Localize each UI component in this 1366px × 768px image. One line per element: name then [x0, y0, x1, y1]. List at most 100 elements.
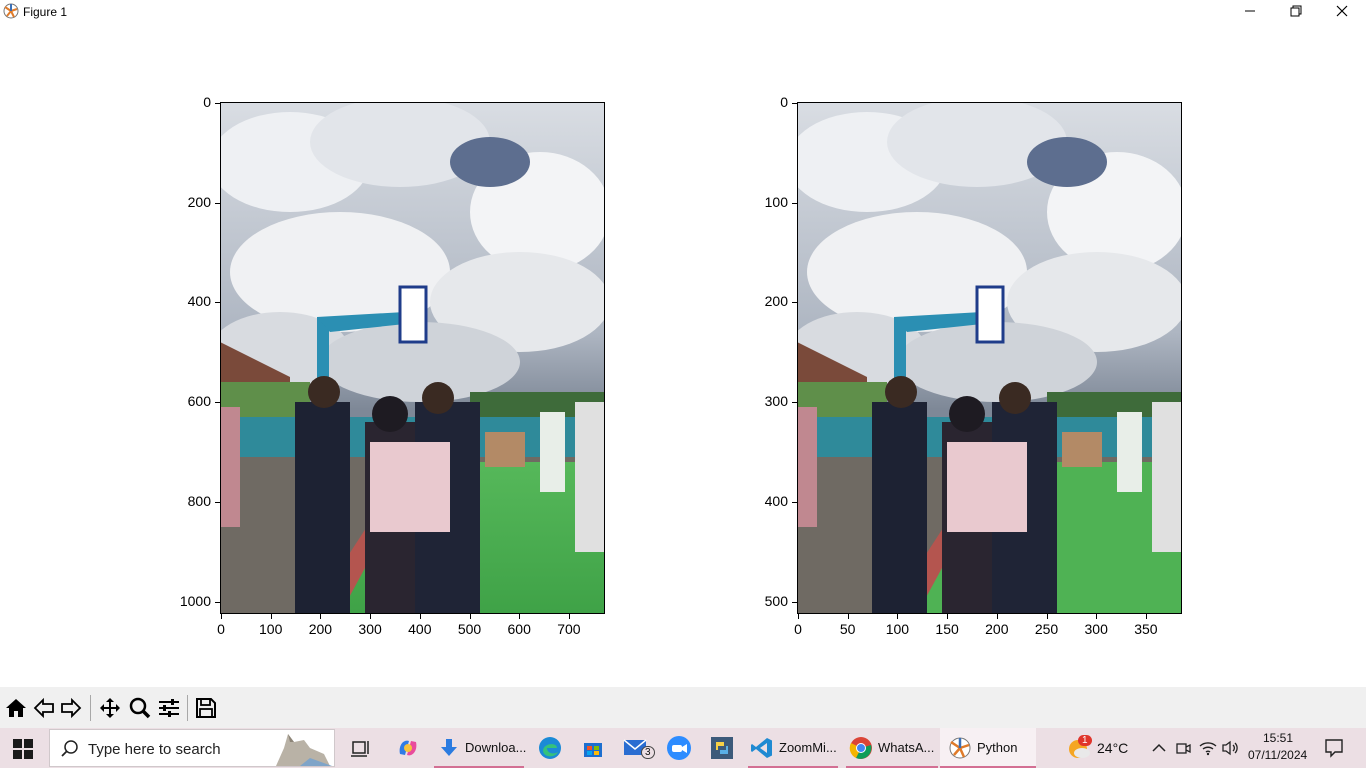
x-tick-mark [798, 614, 799, 619]
y-tick-label: 800 [187, 492, 211, 509]
x-tick-mark [847, 614, 849, 619]
y-tick-label: 200 [187, 193, 211, 210]
meet-now-icon[interactable] [1174, 728, 1192, 768]
python-ide-icon[interactable] [707, 728, 737, 768]
x-tick-label: 50 [839, 621, 856, 637]
y-tick-label: 200 [764, 293, 788, 310]
configure-subplots-icon[interactable] [157, 697, 181, 719]
clock-time: 15:51 [1263, 731, 1294, 745]
x-tick-label: 0 [217, 621, 225, 637]
zoom-app-icon[interactable] [665, 728, 693, 768]
right-axes-frame [797, 102, 1182, 614]
x-tick-mark [996, 614, 998, 619]
chrome-icon [849, 737, 872, 759]
vscode-icon [751, 738, 772, 758]
x-tick-mark [370, 614, 372, 619]
x-tick-label: 200 [985, 621, 1009, 637]
zoom-icon[interactable] [128, 697, 152, 719]
taskbar-python[interactable]: Python [940, 728, 1036, 768]
microsoft-store-icon[interactable] [579, 728, 607, 768]
temperature: 24°C [1097, 740, 1129, 756]
y-tick-label: 400 [187, 293, 211, 310]
y-tick-mark [792, 501, 797, 503]
chevron-up-icon [1152, 743, 1166, 752]
save-icon[interactable] [194, 697, 218, 719]
close-button[interactable] [1319, 0, 1365, 22]
x-tick-label: 350 [1134, 621, 1158, 637]
search-placeholder: Type here to search [88, 741, 221, 758]
y-tick-label: 0 [203, 94, 211, 110]
back-icon[interactable] [32, 697, 56, 719]
window-title: Figure 1 [23, 5, 68, 19]
clock[interactable]: 15:51 07/11/2024 [1245, 728, 1311, 768]
x-tick-mark [897, 614, 899, 619]
x-tick-label: 100 [885, 621, 910, 637]
volume-icon[interactable] [1221, 728, 1241, 768]
download-arrow-icon [441, 739, 457, 756]
minimize-button[interactable] [1227, 0, 1273, 22]
search-highlight-wolf-icon [276, 734, 332, 766]
copilot-icon[interactable] [392, 728, 424, 768]
restore-button[interactable] [1273, 0, 1319, 22]
taskbar-downloads[interactable]: Downloa... [434, 728, 527, 768]
y-tick-label: 300 [764, 393, 788, 410]
y-tick-mark [792, 402, 797, 404]
title-bar: Figure 1 [0, 0, 1366, 24]
mail-badge: 3 [641, 746, 655, 759]
x-tick-mark [270, 614, 272, 619]
y-tick-mark [792, 202, 797, 204]
right-image-axes[interactable] [797, 102, 1182, 614]
x-tick-mark [419, 614, 421, 619]
x-tick-mark [469, 614, 471, 619]
y-tick-mark [215, 601, 220, 603]
left-axes-frame [220, 102, 605, 614]
notifications-icon[interactable] [1322, 728, 1346, 768]
clock-date: 07/11/2024 [1248, 748, 1308, 762]
x-tick-label: 0 [794, 621, 802, 637]
taskbar-search-box[interactable]: Type here to search [49, 729, 335, 767]
weather-badge: 1 [1078, 735, 1092, 746]
x-tick-mark [568, 614, 570, 619]
mail-icon[interactable]: 3 [621, 728, 659, 768]
downloads-label: Downloa... [465, 740, 527, 755]
y-tick-label: 100 [764, 193, 788, 210]
toolbar-separator [187, 695, 188, 721]
x-tick-label: 150 [935, 621, 959, 637]
y-tick-mark [792, 103, 797, 104]
x-tick-label: 300 [1084, 621, 1108, 637]
show-hidden-icons[interactable] [1150, 728, 1166, 768]
x-tick-label: 100 [259, 621, 283, 637]
x-tick-mark [519, 614, 521, 619]
x-tick-label: 700 [557, 621, 581, 637]
x-tick-mark [947, 614, 949, 619]
home-icon[interactable] [4, 697, 28, 719]
x-tick-label: 200 [308, 621, 333, 637]
wifi-icon[interactable] [1199, 728, 1217, 768]
y-tick-mark [215, 202, 220, 204]
matplotlib-toolbar [0, 687, 1366, 728]
y-tick-label: 0 [780, 94, 788, 110]
task-view-icon[interactable] [347, 728, 373, 768]
y-tick-mark [215, 302, 220, 304]
x-tick-mark [1096, 614, 1098, 619]
x-tick-label: 500 [457, 621, 482, 637]
x-tick-mark [221, 614, 222, 619]
python-figure-icon [3, 3, 19, 19]
y-tick-label: 600 [187, 393, 211, 410]
taskbar-chrome-whatsapp[interactable]: WhatsA... [846, 728, 938, 768]
y-tick-label: 1000 [179, 592, 211, 609]
y-tick-mark [792, 302, 797, 304]
weather-widget[interactable]: 1 24°C [1064, 728, 1136, 768]
x-tick-label: 600 [507, 621, 531, 637]
y-tick-mark [792, 601, 797, 603]
edge-icon[interactable] [535, 728, 565, 768]
left-image-axes[interactable] [220, 102, 605, 614]
x-tick-label: 300 [358, 621, 382, 637]
x-tick-label: 400 [408, 621, 432, 637]
y-tick-label: 400 [764, 492, 788, 509]
taskbar-vscode-zoommi[interactable]: ZoomMi... [748, 728, 838, 768]
windows-start-icon[interactable] [13, 739, 33, 759]
forward-icon[interactable] [59, 697, 83, 719]
x-tick-mark [320, 614, 322, 619]
pan-icon[interactable] [98, 697, 122, 719]
